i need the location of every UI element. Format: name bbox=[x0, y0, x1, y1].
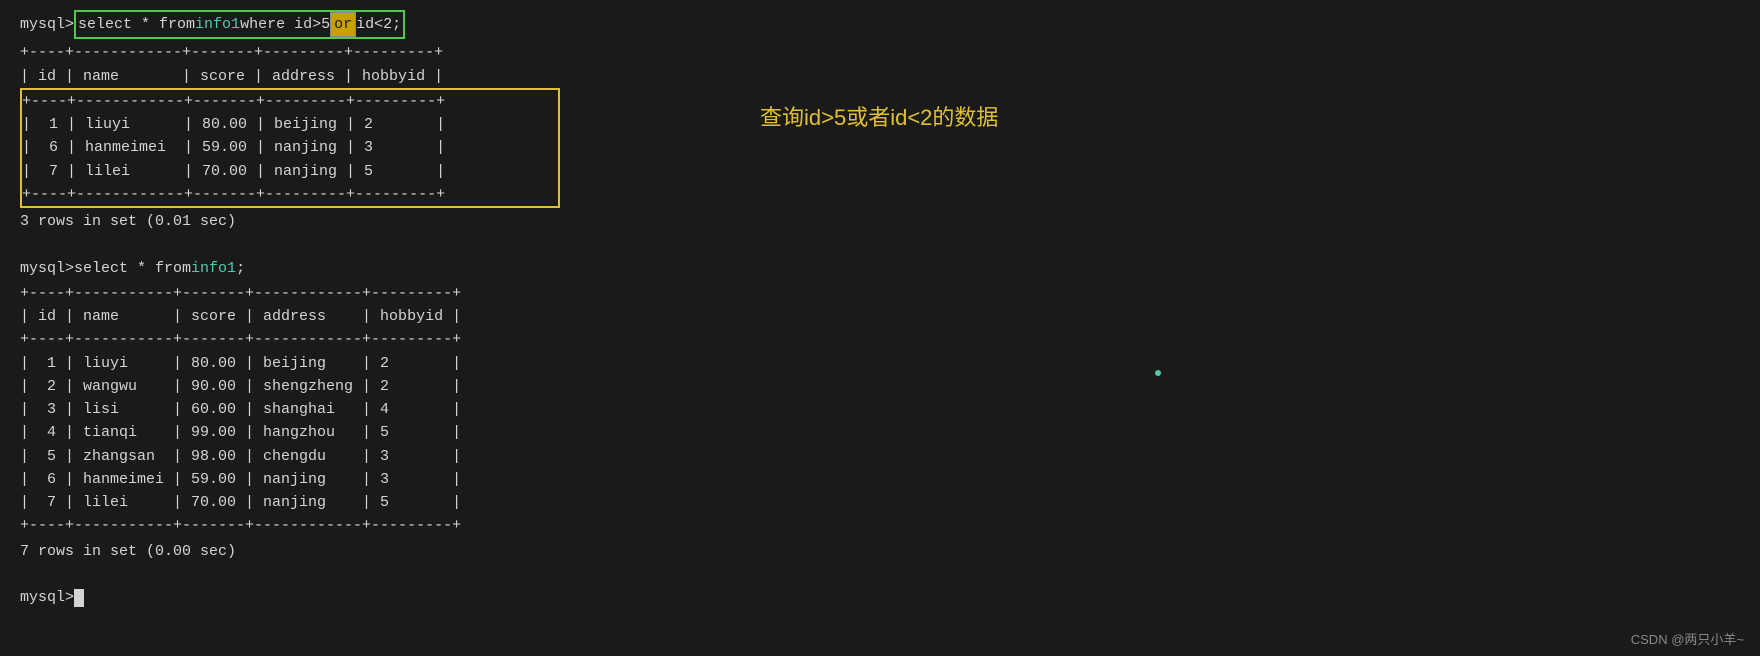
table1-row-2: | 6 | hanmeimei | 59.00 | nanjing | 3 | bbox=[22, 136, 558, 159]
prompt3: mysql> bbox=[20, 586, 74, 609]
table1-count: 3 rows in set (0.01 sec) bbox=[20, 210, 1740, 233]
cursor bbox=[74, 589, 84, 607]
prompt1: mysql> bbox=[20, 13, 74, 36]
table2-header: | id | name | score | address | hobbyid … bbox=[20, 305, 1740, 328]
cmd-table1: info1 bbox=[195, 13, 240, 36]
cmd-select2: select * from bbox=[74, 257, 191, 280]
table2-row-6: | 6 | hanmeimei | 59.00 | nanjing | 3 | bbox=[20, 468, 1740, 491]
annotation-text: 查询id>5或者id<2的数据 bbox=[760, 100, 998, 132]
table2-sep-mid: +----+-----------+-------+------------+-… bbox=[20, 328, 1740, 351]
table1-sep-top: +----+------------+-------+---------+---… bbox=[20, 41, 1740, 64]
table2-row-1: | 1 | liuyi | 80.00 | beijing | 2 | bbox=[20, 352, 1740, 375]
cmd-select: select * from bbox=[78, 13, 195, 36]
table2-sep-bot: +----+-----------+-------+------------+-… bbox=[20, 514, 1740, 537]
table1-sep-mid: +----+------------+-------+---------+---… bbox=[22, 90, 558, 113]
table2-sep-top: +----+-----------+-------+------------+-… bbox=[20, 282, 1740, 305]
table2-row-7: | 7 | lilei | 70.00 | nanjing | 5 | bbox=[20, 491, 1740, 514]
table2-row-2: | 2 | wangwu | 90.00 | shengzheng | 2 | bbox=[20, 375, 1740, 398]
dot-decoration bbox=[1155, 370, 1161, 376]
watermark: CSDN @两只小羊~ bbox=[1631, 629, 1744, 648]
cmd-semi: ; bbox=[236, 257, 245, 280]
table2-count: 7 rows in set (0.00 sec) bbox=[20, 540, 1740, 563]
table1-row-1: | 1 | liuyi | 80.00 | beijing | 2 | bbox=[22, 113, 558, 136]
table2-row-4: | 4 | tianqi | 99.00 | hangzhou | 5 | bbox=[20, 421, 1740, 444]
table1-sep-bot: +----+------------+-------+---------+---… bbox=[22, 183, 558, 206]
table1-header: | id | name | score | address | hobbyid … bbox=[20, 65, 1740, 88]
prompt2: mysql> bbox=[20, 257, 74, 280]
cmd-where: where id>5 bbox=[240, 13, 330, 36]
table2-row-3: | 3 | lisi | 60.00 | shanghai | 4 | bbox=[20, 398, 1740, 421]
terminal: mysql> select * from info1 where id>5 or… bbox=[0, 0, 1760, 619]
table2-row-5: | 5 | zhangsan | 98.00 | chengdu | 3 | bbox=[20, 445, 1740, 468]
table1-row-3: | 7 | lilei | 70.00 | nanjing | 5 | bbox=[22, 160, 558, 183]
cmd-or: or bbox=[330, 12, 356, 37]
cmd-id2: id<2; bbox=[356, 13, 401, 36]
cmd-table2: info1 bbox=[191, 257, 236, 280]
